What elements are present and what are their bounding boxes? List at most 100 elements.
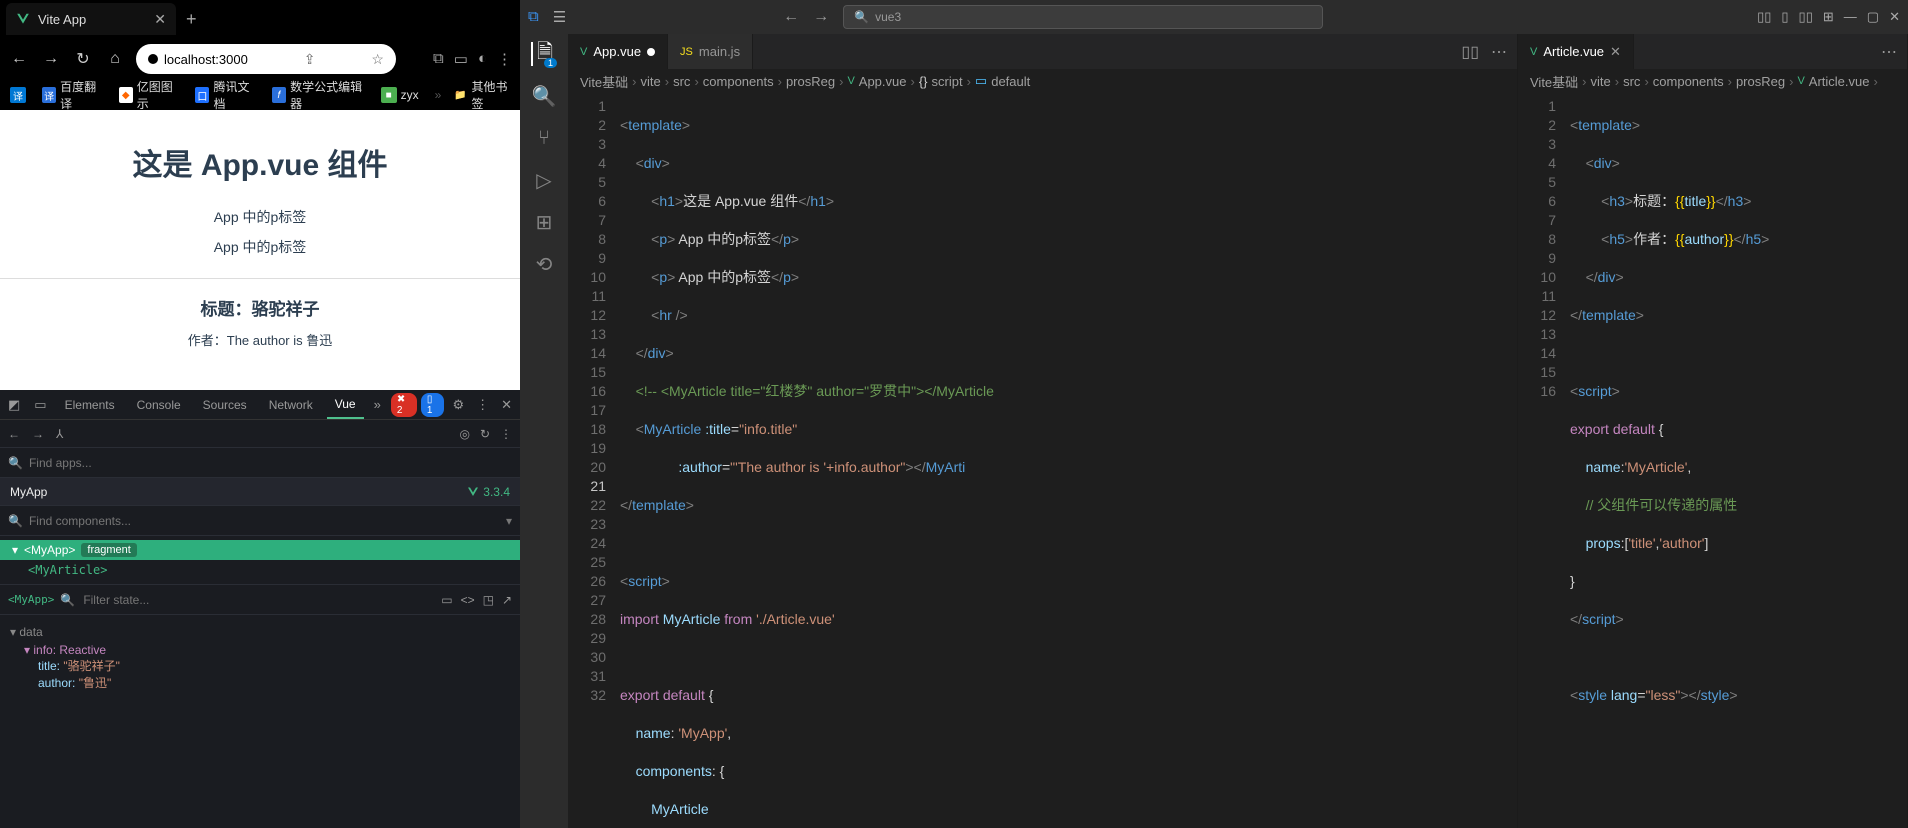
device-icon[interactable]: ▭ (30, 397, 50, 413)
bookmark-item[interactable]: 𝑓数学公式编辑器 (268, 76, 369, 114)
copy-icon[interactable]: ▭ (441, 593, 452, 607)
error-badge[interactable]: ✖ 2 (391, 393, 417, 417)
bookmark-overflow[interactable]: » (435, 88, 442, 102)
vue-icon: V (580, 46, 587, 58)
remote-icon[interactable]: ⟲ (532, 252, 556, 276)
back-icon[interactable]: ← (8, 427, 20, 441)
code-icon[interactable]: <> (461, 593, 475, 607)
state-panel: ▾ data ▾ info: Reactive title: "骆驼祥子" au… (0, 615, 520, 697)
devtools-menu-icon[interactable]: ⋮ (472, 397, 493, 413)
code-source[interactable]: <template> <div> <h3>标题：{{title}}</h3> <… (1570, 93, 1851, 828)
editor-group-2: V Article.vue ✕ ⋯ Vite基础› vite› src› com… (1518, 34, 1908, 828)
bookmark-item[interactable]: ■zyx (377, 85, 423, 105)
forward-icon[interactable]: → (40, 50, 62, 68)
state-prop: author: "鲁迅" (38, 674, 510, 691)
hamburger-icon[interactable]: ☰ (553, 8, 566, 26)
app-row[interactable]: MyApp 3.3.4 (0, 478, 520, 506)
minimap[interactable] (1851, 93, 1907, 828)
minimize-icon[interactable]: — (1844, 9, 1857, 25)
extensions-icon[interactable]: ⊞ (532, 210, 556, 234)
share-icon[interactable]: ⇪ (304, 51, 316, 68)
layout-icon[interactable]: ▯▯ (1799, 9, 1813, 25)
editor-tab-active[interactable]: V App.vue (568, 34, 668, 69)
search-icon[interactable]: 🔍 (532, 84, 556, 108)
source-control-icon[interactable]: ⑂ (532, 126, 556, 150)
browser-window: Vite App ✕ + ← → ↻ ⌂ localhost:3000 ⇪ ☆ … (0, 0, 520, 828)
code-source[interactable]: <template> <div> <h1>这是 App.vue 组件</h1> … (620, 93, 1461, 828)
devtools-tab-active[interactable]: Vue (327, 391, 364, 419)
inspect-icon[interactable]: ◩ (4, 397, 24, 413)
nav-forward-icon[interactable]: → (813, 8, 829, 26)
star-icon[interactable]: ☆ (371, 51, 384, 68)
devtools-tab[interactable]: Console (129, 392, 189, 418)
target-icon[interactable]: ◎ (459, 427, 469, 441)
reload-icon[interactable]: ↻ (72, 49, 94, 69)
bookmark-item[interactable]: ◆亿图图示 (115, 76, 184, 114)
browser-tab[interactable]: Vite App ✕ (6, 3, 176, 35)
home-icon[interactable]: ⌂ (104, 50, 126, 68)
tree-node-selected[interactable]: ▾<MyApp> fragment (0, 540, 520, 560)
close-tab-icon[interactable]: ✕ (1610, 44, 1621, 60)
extensions-icon[interactable]: ⧉ (433, 50, 444, 68)
filter-state-input[interactable] (83, 593, 441, 607)
close-icon[interactable]: ✕ (154, 11, 166, 28)
command-center[interactable]: 🔍 vue3 (843, 5, 1323, 29)
more-tabs-icon[interactable]: » (370, 397, 385, 412)
page-p: App 中的p标签 (214, 207, 307, 227)
settings-icon[interactable]: ⚙ (448, 397, 468, 413)
account-icon[interactable]: ▭ (454, 50, 468, 68)
split-icon[interactable]: ▯▯ (1461, 42, 1479, 62)
editor-tab[interactable]: JS main.js (668, 34, 753, 69)
close-icon[interactable]: ✕ (1889, 9, 1900, 25)
page-hr (0, 278, 520, 279)
layout-icon[interactable]: ⊞ (1823, 9, 1834, 25)
find-components[interactable]: 🔍 Find components... ▾ (0, 506, 520, 536)
tree-icon[interactable]: ⅄ (56, 427, 63, 441)
menu-icon[interactable]: ⋮ (497, 50, 512, 68)
tree-node[interactable]: <MyArticle> (0, 560, 520, 580)
search-icon: 🔍 (8, 456, 23, 470)
find-apps[interactable]: 🔍 Find apps... (0, 448, 520, 478)
maximize-icon[interactable]: ▢ (1867, 9, 1879, 25)
open-icon[interactable]: ↗ (502, 593, 512, 607)
minimap[interactable] (1461, 93, 1517, 828)
explorer-icon[interactable]: 🗎1 (531, 42, 555, 66)
breadcrumb[interactable]: Vite基础› vite› src› components› prosReg› … (568, 69, 1517, 93)
dom-icon[interactable]: ◳ (483, 593, 494, 607)
new-tab-button[interactable]: + (186, 9, 197, 30)
code-editor[interactable]: 1234567891011121314151617181920212223242… (568, 93, 1517, 828)
bookmark-item[interactable]: 口腾讯文档 (191, 76, 260, 114)
vue-version: 3.3.4 (467, 485, 510, 499)
devtools-tab[interactable]: Elements (57, 392, 123, 418)
code-editor[interactable]: 12345678910111213141516 <template> <div>… (1518, 93, 1907, 828)
refresh-icon[interactable]: ↻ (480, 427, 490, 441)
devtools-tab[interactable]: Sources (195, 392, 255, 418)
back-icon[interactable]: ← (8, 50, 30, 68)
collapse-icon[interactable]: ▾ (506, 514, 512, 528)
editor-area: V App.vue JS main.js ▯▯ ⋯ Vite基础› (568, 34, 1908, 828)
devtools-tab[interactable]: Network (261, 392, 321, 418)
more-icon[interactable]: ⋯ (1881, 42, 1897, 62)
activity-bar: 🗎1 🔍 ⑂ ▷ ⊞ ⟲ (520, 34, 568, 828)
layout-icon[interactable]: ▯▯ (1757, 9, 1771, 25)
info-badge[interactable]: ▯ 1 (421, 393, 445, 417)
editor-tab-active[interactable]: V Article.vue ✕ (1518, 34, 1634, 69)
close-devtools-icon[interactable]: ✕ (497, 397, 516, 413)
search-icon: 🔍 (854, 10, 869, 24)
address-bar[interactable]: localhost:3000 ⇪ ☆ (136, 44, 396, 74)
run-debug-icon[interactable]: ▷ (532, 168, 556, 192)
bookmark-item[interactable]: 译 (6, 85, 30, 105)
layout-icon[interactable]: ▯ (1781, 9, 1788, 25)
toolbar-right: ⧉ ▭ ◐ ⋮ (433, 50, 512, 68)
js-icon: JS (680, 46, 693, 58)
site-info-icon[interactable] (148, 54, 158, 64)
browser-tabbar: Vite App ✕ + (0, 0, 520, 38)
dim-icon[interactable]: ◐ (478, 50, 487, 68)
breadcrumb[interactable]: Vite基础› vite› src› components› prosReg› … (1518, 69, 1907, 93)
forward-icon[interactable]: → (32, 427, 44, 441)
more-icon[interactable]: ⋯ (1491, 42, 1507, 62)
nav-back-icon[interactable]: ← (783, 8, 799, 26)
more-icon[interactable]: ⋮ (500, 427, 512, 441)
other-bookmarks[interactable]: 📁其他书签 (453, 78, 514, 112)
bookmark-item[interactable]: 译百度翻译 (38, 76, 107, 114)
